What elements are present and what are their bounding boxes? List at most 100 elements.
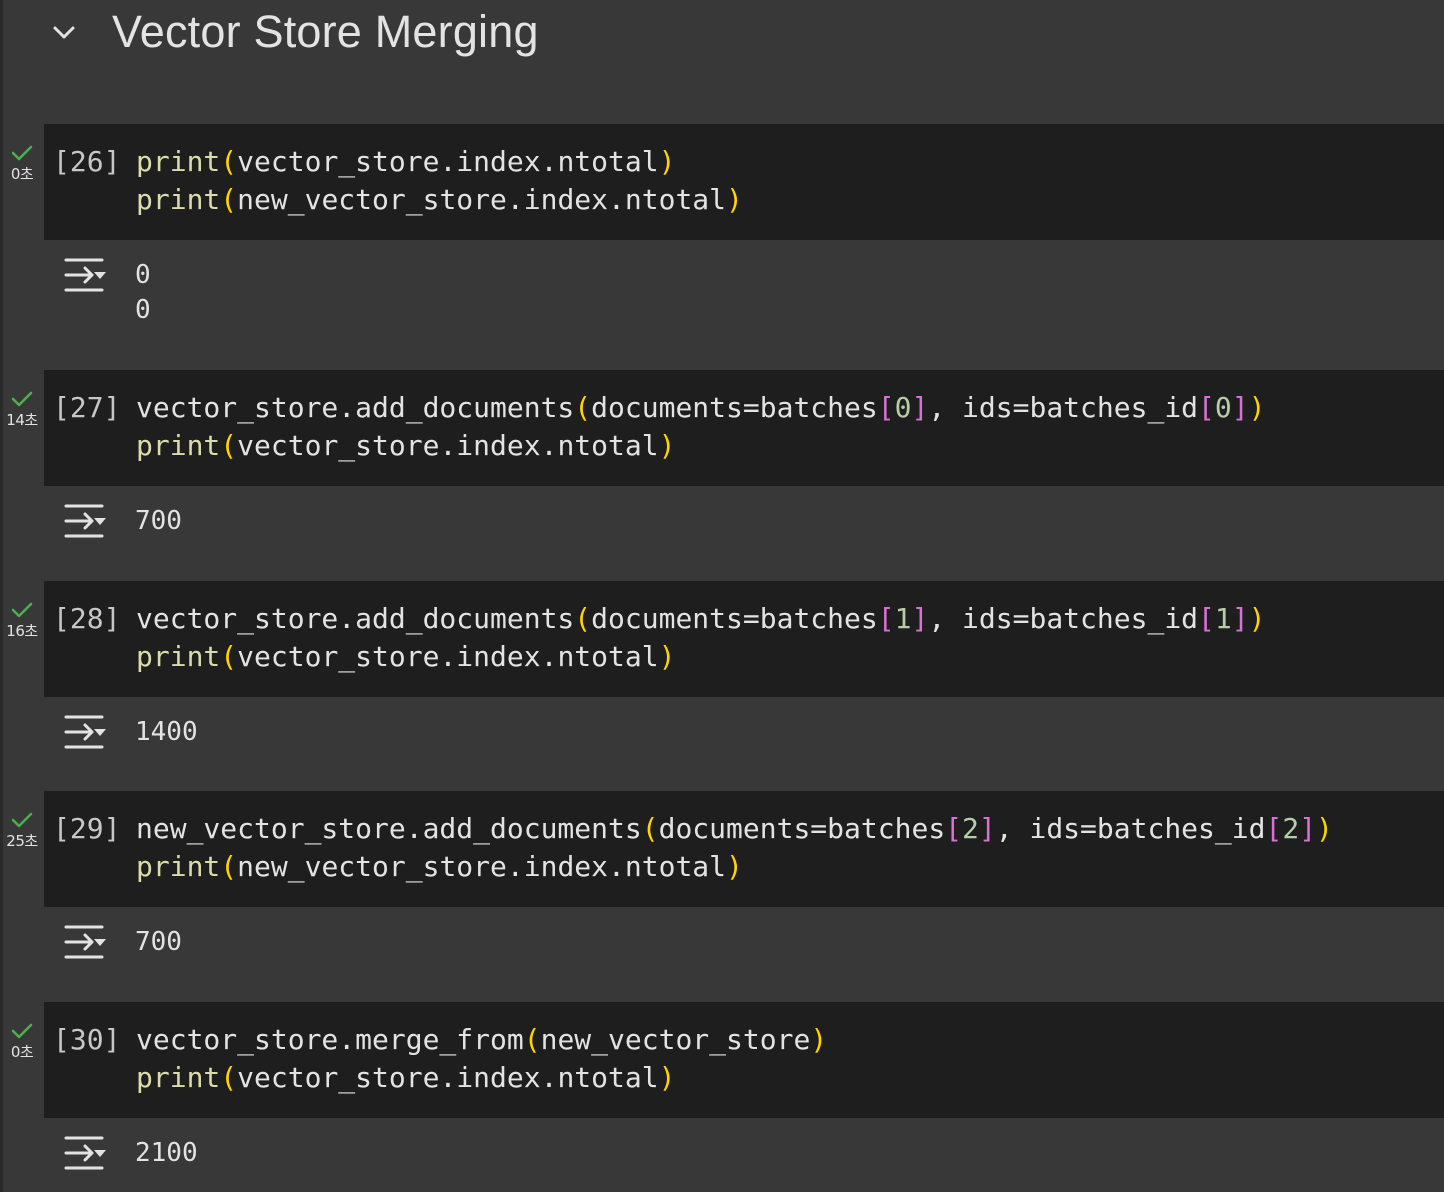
code-cell[interactable]: [30] vector_store.merge_from(new_vector_…: [44, 1002, 1444, 1118]
code-token: 1: [894, 602, 912, 635]
code-token: [: [877, 602, 895, 635]
code-line[interactable]: print(new_vector_store.index.ntotal): [136, 850, 743, 883]
code-token: ]: [978, 812, 996, 845]
section-header: Vector Store Merging: [0, 0, 1444, 70]
chevron-down-icon[interactable]: [50, 18, 78, 46]
code-token: vector_store.add_documents: [136, 391, 575, 424]
code-token: ): [658, 429, 676, 462]
code-token: print: [136, 640, 221, 673]
code-token: 2: [962, 812, 979, 845]
output-toggle-icon[interactable]: [64, 258, 108, 292]
execution-count[interactable]: [26]: [53, 145, 120, 178]
code-token: ): [1248, 602, 1266, 635]
output-text: 0 0: [135, 260, 151, 325]
output-toggle-icon[interactable]: [64, 1136, 108, 1170]
code-line[interactable]: print(new_vector_store.index.ntotal): [136, 183, 743, 216]
code-token: (: [220, 183, 238, 216]
execution-count[interactable]: [27]: [53, 391, 120, 424]
execution-count[interactable]: [28]: [53, 602, 120, 635]
execution-time: 0초: [10, 1043, 34, 1061]
code-line[interactable]: print(vector_store.index.ntotal): [136, 429, 675, 462]
code-line[interactable]: vector_store.merge_from(new_vector_store…: [136, 1023, 827, 1056]
code-token: ]: [1299, 812, 1317, 845]
code-token: [: [1198, 602, 1215, 635]
code-token: ]: [911, 602, 929, 635]
code-token: ): [810, 1023, 828, 1056]
execution-time: 25초: [6, 832, 38, 850]
code-token: 1: [1214, 602, 1232, 635]
code-token: ]: [911, 391, 929, 424]
code-cell[interactable]: [27] vector_store.add_documents(document…: [44, 370, 1444, 486]
code-token: documents=batches: [591, 602, 878, 635]
cell-output: 700: [44, 907, 1444, 1002]
execution-time: 14초: [6, 411, 38, 429]
output-text: 700: [135, 506, 182, 536]
code-token: 2: [1282, 812, 1300, 845]
code-token: [: [877, 391, 895, 424]
check-icon: [11, 602, 33, 618]
code-line[interactable]: print(vector_store.index.ntotal): [136, 145, 675, 178]
code-token: print: [136, 429, 221, 462]
code-token: ): [658, 640, 676, 673]
cell-output: 700: [44, 486, 1444, 581]
output-text: 1400: [135, 717, 198, 747]
code-token: print: [136, 1061, 221, 1094]
code-token: new_vector_store.add_documents: [136, 812, 642, 845]
output-toggle-icon[interactable]: [64, 504, 108, 538]
code-token: ): [1248, 391, 1266, 424]
code-token: 0: [1214, 391, 1232, 424]
cell-output: 0 0: [44, 240, 1444, 370]
code-token: new_vector_store: [540, 1023, 811, 1056]
code-token: , ids=batches_id: [995, 812, 1266, 845]
code-token: print: [136, 145, 221, 178]
code-token: print: [136, 183, 221, 216]
code-token: [: [945, 812, 963, 845]
cell-output: 2100: [44, 1118, 1444, 1192]
code-line[interactable]: print(vector_store.index.ntotal): [136, 1061, 675, 1094]
code-line[interactable]: print(vector_store.index.ntotal): [136, 640, 675, 673]
code-token: ): [1316, 812, 1333, 845]
cell-output: 1400: [44, 697, 1444, 791]
code-token: vector_store.index.ntotal: [237, 640, 659, 673]
code-token: ]: [1231, 602, 1249, 635]
code-token: new_vector_store.index.ntotal: [237, 183, 727, 216]
code-line[interactable]: vector_store.add_documents(documents=bat…: [136, 391, 1265, 424]
code-line[interactable]: new_vector_store.add_documents(documents…: [136, 812, 1333, 845]
code-token: ): [658, 145, 676, 178]
cell-status: 14초: [0, 390, 44, 430]
cell-status: 16초: [0, 601, 44, 641]
execution-time: 0초: [10, 165, 34, 183]
code-cell[interactable]: [29] new_vector_store.add_documents(docu…: [44, 791, 1444, 907]
code-token: (: [641, 812, 659, 845]
code-token: (: [220, 1061, 238, 1094]
code-token: (: [574, 391, 592, 424]
code-token: 0: [894, 391, 912, 424]
code-token: (: [523, 1023, 541, 1056]
execution-count[interactable]: [29]: [53, 812, 120, 845]
code-token: , ids=batches_id: [928, 391, 1199, 424]
execution-count[interactable]: [30]: [53, 1023, 120, 1056]
check-icon: [11, 391, 33, 407]
code-token: new_vector_store.index.ntotal: [237, 850, 727, 883]
code-cell[interactable]: [28] vector_store.add_documents(document…: [44, 581, 1444, 697]
code-cell[interactable]: [26] print(vector_store.index.ntotal) pr…: [44, 124, 1444, 240]
execution-time: 16초: [6, 622, 38, 640]
code-token: ): [658, 1061, 676, 1094]
code-token: (: [220, 640, 238, 673]
output-toggle-icon[interactable]: [64, 715, 108, 749]
code-token: vector_store.add_documents: [136, 602, 575, 635]
code-token: vector_store.index.ntotal: [237, 1061, 659, 1094]
code-line[interactable]: vector_store.add_documents(documents=bat…: [136, 602, 1265, 635]
check-icon: [11, 1023, 33, 1039]
code-token: ]: [1231, 391, 1249, 424]
code-token: ): [726, 850, 743, 883]
section-title: Vector Store Merging: [112, 6, 539, 57]
output-text: 2100: [135, 1138, 198, 1168]
output-toggle-icon[interactable]: [64, 925, 108, 959]
code-token: , ids=batches_id: [928, 602, 1199, 635]
code-token: documents=batches: [658, 812, 946, 845]
code-token: documents=batches: [591, 391, 878, 424]
code-token: (: [574, 602, 592, 635]
code-token: print: [136, 850, 221, 883]
code-token: vector_store.merge_from: [136, 1023, 524, 1056]
